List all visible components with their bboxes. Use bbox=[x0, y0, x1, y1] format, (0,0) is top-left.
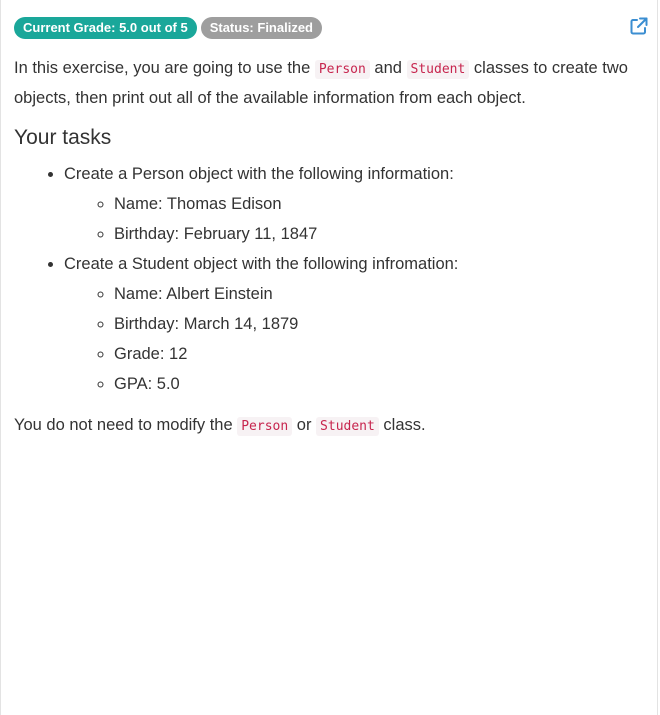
outro-text: You do not need to modify the bbox=[14, 416, 238, 434]
status-badge: Status: Finalized bbox=[200, 17, 322, 39]
external-link-icon[interactable] bbox=[629, 16, 649, 36]
code-person: Person bbox=[314, 60, 370, 79]
instructions: In this exercise, you are going to use t… bbox=[14, 54, 644, 441]
intro-text: In this exercise, you are going to use t… bbox=[14, 59, 315, 77]
task-label: Create a Person object with the followin… bbox=[64, 165, 454, 183]
intro-text: and bbox=[369, 59, 407, 77]
task-label: Create a Student object with the followi… bbox=[64, 255, 459, 273]
outro-text: or bbox=[292, 416, 317, 434]
outro-paragraph: You do not need to modify the Person or … bbox=[14, 411, 644, 441]
task-subitem: Name: Thomas Edison bbox=[114, 189, 644, 219]
task-subitem: GPA: 5.0 bbox=[114, 369, 644, 399]
outro-text: class. bbox=[378, 416, 426, 434]
badge-row: Current Grade: 5.0 out of 5 Status: Fina… bbox=[14, 17, 322, 39]
intro-paragraph: In this exercise, you are going to use t… bbox=[14, 54, 644, 113]
task-subitem: Birthday: February 11, 1847 bbox=[114, 219, 644, 249]
task-subitem: Name: Albert Einstein bbox=[114, 279, 644, 309]
code-person: Person bbox=[237, 417, 293, 436]
exercise-panel: Current Grade: 5.0 out of 5 Status: Fina… bbox=[0, 0, 658, 715]
code-student: Student bbox=[316, 417, 379, 436]
task-subitem: Grade: 12 bbox=[114, 339, 644, 369]
task-sublist: Name: Albert Einstein Birthday: March 14… bbox=[64, 279, 644, 399]
task-item: Create a Student object with the followi… bbox=[64, 249, 644, 399]
code-student: Student bbox=[406, 60, 470, 79]
grade-badge: Current Grade: 5.0 out of 5 bbox=[14, 17, 197, 39]
task-sublist: Name: Thomas Edison Birthday: February 1… bbox=[64, 189, 644, 249]
tasks-heading: Your tasks bbox=[14, 126, 112, 149]
task-subitem: Birthday: March 14, 1879 bbox=[114, 309, 644, 339]
task-item: Create a Person object with the followin… bbox=[64, 159, 644, 249]
task-list: Create a Person object with the followin… bbox=[14, 159, 644, 399]
